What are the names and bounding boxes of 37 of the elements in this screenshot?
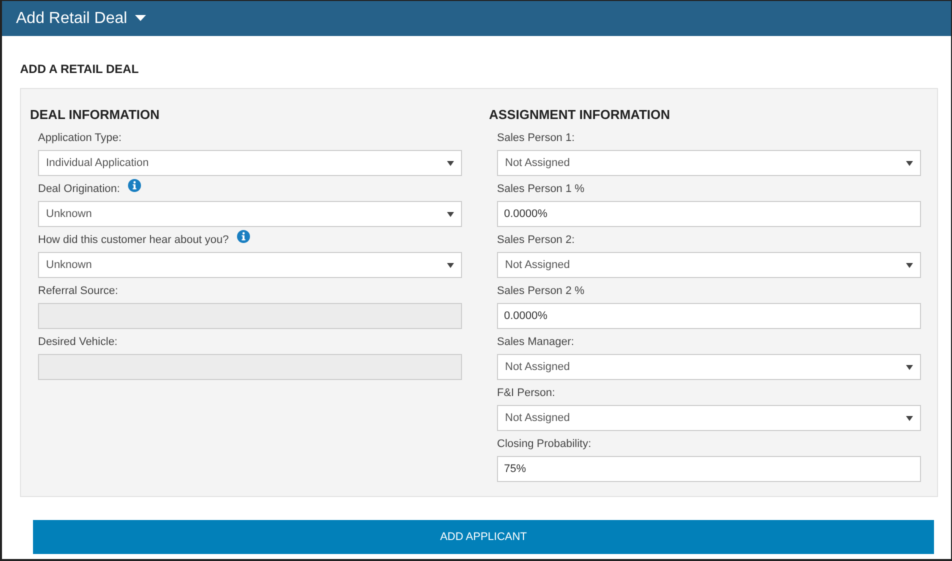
- input-field[interactable]: 75%: [497, 456, 921, 482]
- dropdown-arrow-icon: [447, 160, 454, 166]
- section-heading: ASSIGNMENT INFORMATION: [489, 106, 672, 124]
- select-field[interactable]: Not Assigned: [497, 354, 921, 380]
- field-label: Desired Vehicle:: [38, 336, 118, 348]
- dropdown-arrow-icon: [906, 262, 913, 268]
- field-label: Sales Person 2 %: [497, 284, 584, 296]
- input-field[interactable]: 0.0000%: [497, 303, 921, 329]
- select-field[interactable]: Unknown: [38, 201, 462, 227]
- caret-icon: [135, 15, 146, 22]
- field-label: Sales Person 1:: [497, 132, 575, 144]
- field-label: Referral Source:: [38, 284, 118, 296]
- field-label: Sales Person 1 %: [497, 182, 584, 194]
- info-icon[interactable]: [128, 179, 141, 192]
- dropdown-arrow-icon: [906, 364, 913, 370]
- select-field[interactable]: Individual Application: [38, 150, 462, 176]
- select-field[interactable]: Not Assigned: [497, 405, 921, 431]
- section-heading: DEAL INFORMATION: [30, 106, 161, 124]
- dropdown-arrow-icon: [447, 262, 454, 268]
- field-label: Deal Origination:: [38, 182, 120, 194]
- field-label: Sales Manager:: [497, 336, 574, 348]
- select-field[interactable]: Not Assigned: [497, 150, 921, 176]
- field-label: Sales Person 2:: [497, 234, 575, 246]
- select-field[interactable]: Unknown: [38, 252, 462, 278]
- field-label: Application Type:: [38, 132, 122, 144]
- field-label: F&I Person:: [497, 386, 556, 398]
- dropdown-arrow-icon: [906, 416, 913, 420]
- page-menu-button[interactable]: Add Retail Deal: [16, 10, 146, 28]
- page-title: ADD A RETAIL DEAL: [20, 62, 140, 76]
- input-field[interactable]: 0.0000%: [497, 201, 921, 227]
- add-applicant-button[interactable]: ADD APPLICANT: [33, 520, 934, 554]
- dropdown-arrow-icon: [447, 212, 454, 216]
- select-field[interactable]: Not Assigned: [497, 252, 921, 278]
- dropdown-arrow-icon: [906, 160, 913, 166]
- field-label: Closing Probability:: [497, 438, 592, 450]
- field-label: How did this customer hear about you?: [38, 234, 229, 246]
- info-icon[interactable]: [236, 230, 250, 243]
